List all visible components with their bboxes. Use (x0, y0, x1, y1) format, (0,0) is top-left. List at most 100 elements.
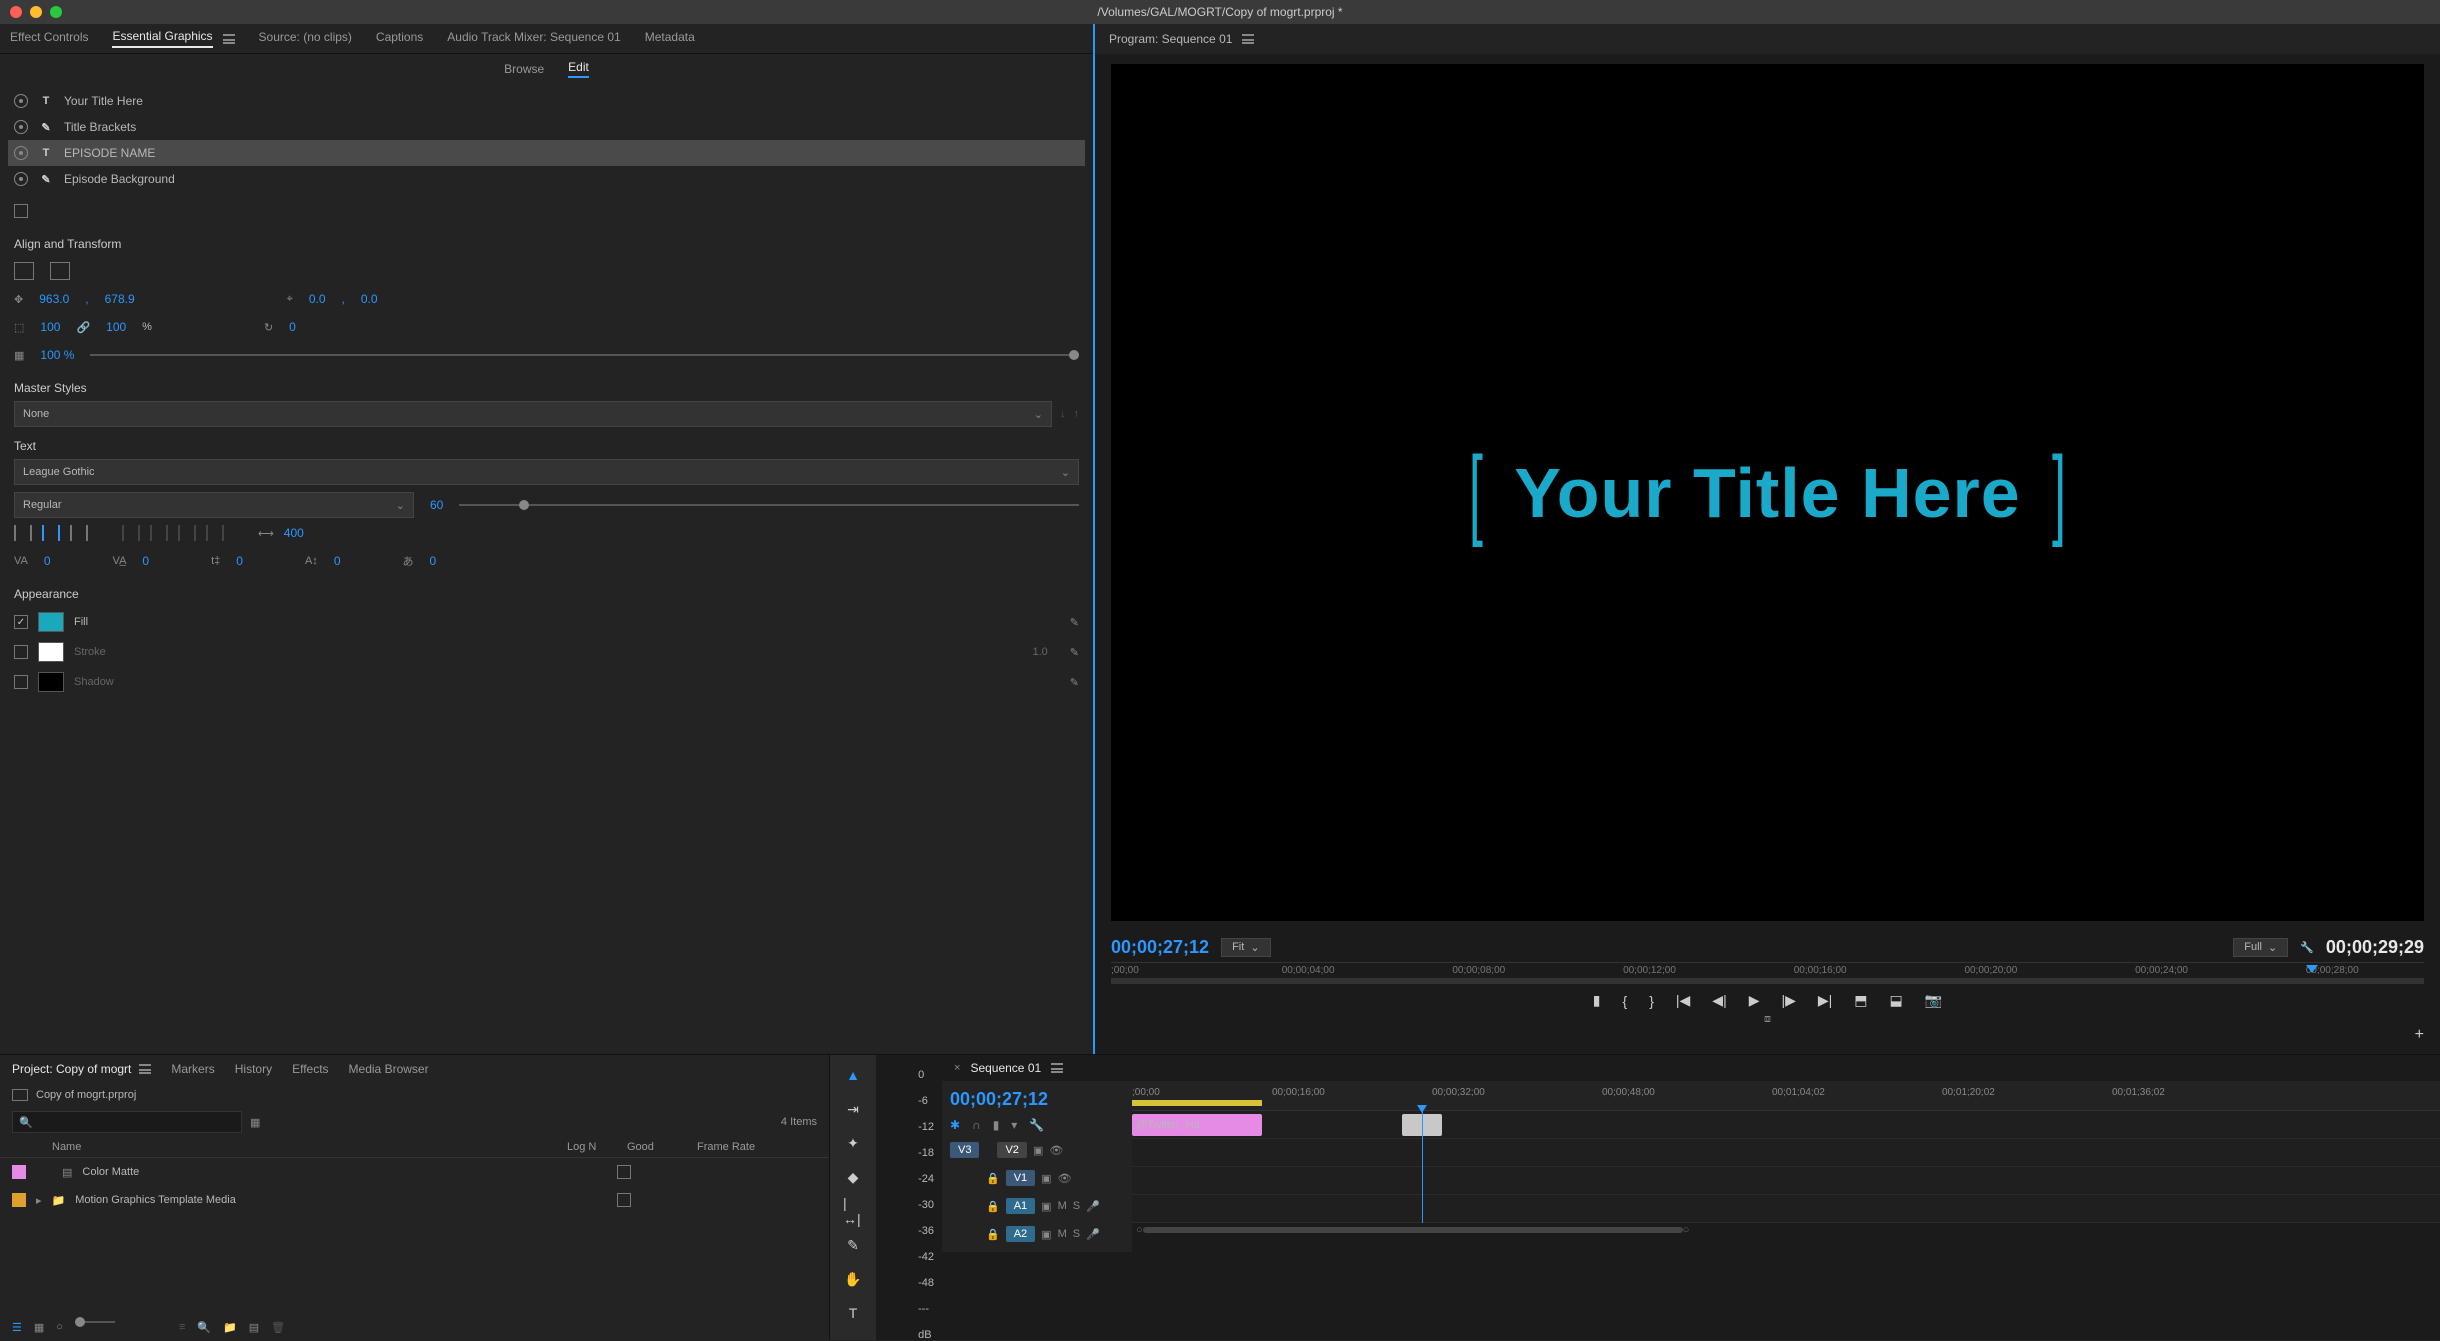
link-scale-icon[interactable]: 🔗 (76, 321, 90, 334)
export-frame-button[interactable]: 📷 (1925, 992, 1942, 1009)
track-header-a2[interactable]: 🔒 A2 ▣ M S 🎤 (950, 1220, 1124, 1248)
voice-over-icon[interactable]: 🎤 (1086, 1228, 1100, 1241)
zoom-in-handle[interactable]: ○ (1683, 1224, 1690, 1236)
col-name[interactable]: Name (52, 1141, 567, 1153)
close-timeline-icon[interactable]: × (954, 1062, 960, 1074)
justify-right-icon[interactable] (178, 525, 196, 541)
ripple-edit-tool-icon[interactable]: ✦ (843, 1133, 863, 1153)
toggle-output-icon[interactable]: ▣ (1041, 1200, 1051, 1213)
filter-bin-icon[interactable]: ▦ (250, 1116, 260, 1129)
zoom-fit-dropdown[interactable]: Fit⌄ (1221, 938, 1270, 957)
kerning-value[interactable]: 0 (44, 554, 51, 568)
track-label[interactable]: A1 (1006, 1198, 1035, 1214)
opacity-slider[interactable] (90, 354, 1079, 356)
tab-captions[interactable]: Captions (376, 30, 423, 47)
justify-full-icon[interactable] (206, 525, 224, 541)
panel-menu-icon[interactable] (1051, 1063, 1063, 1073)
visibility-toggle-icon[interactable] (14, 146, 28, 160)
eyedropper-icon[interactable]: ✎ (1070, 646, 1079, 659)
go-to-out-button[interactable]: ▶| (1818, 992, 1832, 1009)
add-button[interactable]: + (2415, 1026, 2424, 1044)
track-target[interactable]: V2 (997, 1142, 1026, 1158)
track-label[interactable]: V3 (950, 1142, 979, 1158)
align-vertical-icon[interactable] (50, 262, 70, 280)
layer-row[interactable]: ✎ Title Brackets (8, 114, 1085, 140)
timeline-timecode[interactable]: 00;00;27;12 (950, 1085, 1124, 1114)
project-item-row[interactable]: ▤ Color Matte (0, 1158, 829, 1186)
tab-audio-mixer[interactable]: Audio Track Mixer: Sequence 01 (447, 30, 620, 47)
visibility-toggle-icon[interactable] (14, 120, 28, 134)
position-y[interactable]: 678.9 (105, 292, 135, 306)
stroke-checkbox[interactable] (14, 645, 28, 659)
font-size-slider[interactable] (459, 504, 1079, 506)
work-area-bar[interactable] (1132, 1100, 1262, 1106)
step-forward-button[interactable]: |▶ (1781, 992, 1795, 1009)
baseline-value[interactable]: 0 (236, 554, 243, 568)
visibility-toggle-icon[interactable] (14, 172, 28, 186)
rotation-value[interactable]: 0 (289, 320, 296, 334)
tab-effect-controls[interactable]: Effect Controls (10, 30, 88, 47)
mute-button[interactable]: M (1058, 1200, 1067, 1212)
new-item-icon[interactable]: ▤ (249, 1321, 259, 1334)
audio-track-a1[interactable] (1132, 1167, 2440, 1195)
toggle-output-icon[interactable]: ▣ (1033, 1144, 1043, 1157)
hand-tool-icon[interactable]: ✋ (843, 1269, 863, 1289)
justify-left-icon[interactable] (122, 525, 140, 541)
project-item-row[interactable]: ▸ 📁 Motion Graphics Template Media (0, 1186, 829, 1214)
icon-view-icon[interactable]: ▦ (34, 1321, 44, 1334)
automate-to-sequence-icon[interactable]: ≡ (179, 1321, 185, 1334)
add-marker-button[interactable]: ▮ (1593, 992, 1601, 1009)
anchor-y[interactable]: 0.0 (361, 292, 378, 306)
razor-tool-icon[interactable]: ◆ (843, 1167, 863, 1187)
minimize-window-button[interactable] (30, 6, 42, 18)
last-metric-value[interactable]: 0 (430, 554, 437, 568)
timeline-settings-icon[interactable]: ▾ (1011, 1118, 1017, 1132)
thumbnail-size-slider[interactable] (75, 1321, 115, 1323)
audio-track-a2[interactable] (1132, 1195, 2440, 1223)
anchor-x[interactable]: 0.0 (309, 292, 326, 306)
track-select-tool-icon[interactable]: ⇥ (843, 1099, 863, 1119)
wrench-icon[interactable]: 🔧 (2300, 941, 2314, 954)
subtab-edit[interactable]: Edit (568, 60, 589, 78)
col-good[interactable]: Good (627, 1141, 697, 1153)
position-x[interactable]: 963.0 (39, 292, 69, 306)
add-marker-icon[interactable]: ▮ (993, 1118, 1000, 1132)
align-center-icon[interactable] (42, 525, 60, 541)
subtab-browse[interactable]: Browse (504, 62, 544, 76)
visibility-toggle-icon[interactable] (14, 94, 28, 108)
zoom-out-handle[interactable]: ○ (1136, 1224, 1143, 1236)
responsive-design-icon[interactable] (14, 204, 28, 218)
timeline-playhead[interactable] (1422, 1111, 1423, 1223)
leading-value[interactable]: 0 (142, 554, 149, 568)
eyedropper-icon[interactable]: ✎ (1070, 676, 1079, 689)
program-tab[interactable]: Program: Sequence 01 (1109, 32, 1232, 46)
snap-icon[interactable]: ✱ (950, 1118, 960, 1132)
program-ruler[interactable]: ;00;00 00;00;04;00 00;00;08;00 00;00;12;… (1111, 962, 2424, 986)
toggle-output-icon[interactable]: ▣ (1041, 1172, 1051, 1185)
mark-in-button[interactable]: { (1623, 993, 1628, 1009)
extract-button[interactable]: ⬓ (1890, 992, 1903, 1009)
tab-effects[interactable]: Effects (292, 1062, 328, 1076)
good-checkbox[interactable] (617, 1165, 631, 1179)
font-size-value[interactable]: 60 (430, 498, 443, 512)
toggle-sync-lock-icon[interactable]: 👁 (1049, 1144, 1063, 1157)
lock-icon[interactable]: 🔒 (986, 1228, 1000, 1241)
maximize-window-button[interactable] (50, 6, 62, 18)
panel-menu-icon[interactable] (1242, 34, 1254, 44)
col-framerate[interactable]: Frame Rate (697, 1141, 817, 1153)
timeline-ruler[interactable]: ;00;00 00;00;16;00 00;00;32;00 00;00;48;… (1132, 1081, 2440, 1111)
timeline-tracks-area[interactable]: ;00;00 00;00;16;00 00;00;32;00 00;00;48;… (1132, 1081, 2440, 1252)
shadow-checkbox[interactable] (14, 675, 28, 689)
layer-row-selected[interactable]: T EPISODE NAME (8, 140, 1085, 166)
track-header-v3[interactable]: V3 V2 ▣ 👁 (950, 1136, 1124, 1164)
new-bin-icon[interactable]: 📁 (223, 1321, 237, 1334)
master-style-dropdown[interactable]: None ⌄ (14, 401, 1052, 427)
track-label[interactable]: A2 (1006, 1226, 1035, 1242)
track-label[interactable]: V1 (1006, 1170, 1035, 1186)
tab-essential-graphics[interactable]: Essential Graphics (112, 29, 212, 48)
resolution-dropdown[interactable]: Full⌄ (2233, 938, 2288, 957)
track-header-a1[interactable]: 🔒 A1 ▣ M S 🎤 (950, 1192, 1124, 1220)
align-left-icon[interactable] (14, 525, 32, 541)
lock-icon[interactable]: 🔒 (986, 1172, 1000, 1185)
toggle-sync-lock-icon[interactable]: 👁 (1058, 1172, 1072, 1185)
